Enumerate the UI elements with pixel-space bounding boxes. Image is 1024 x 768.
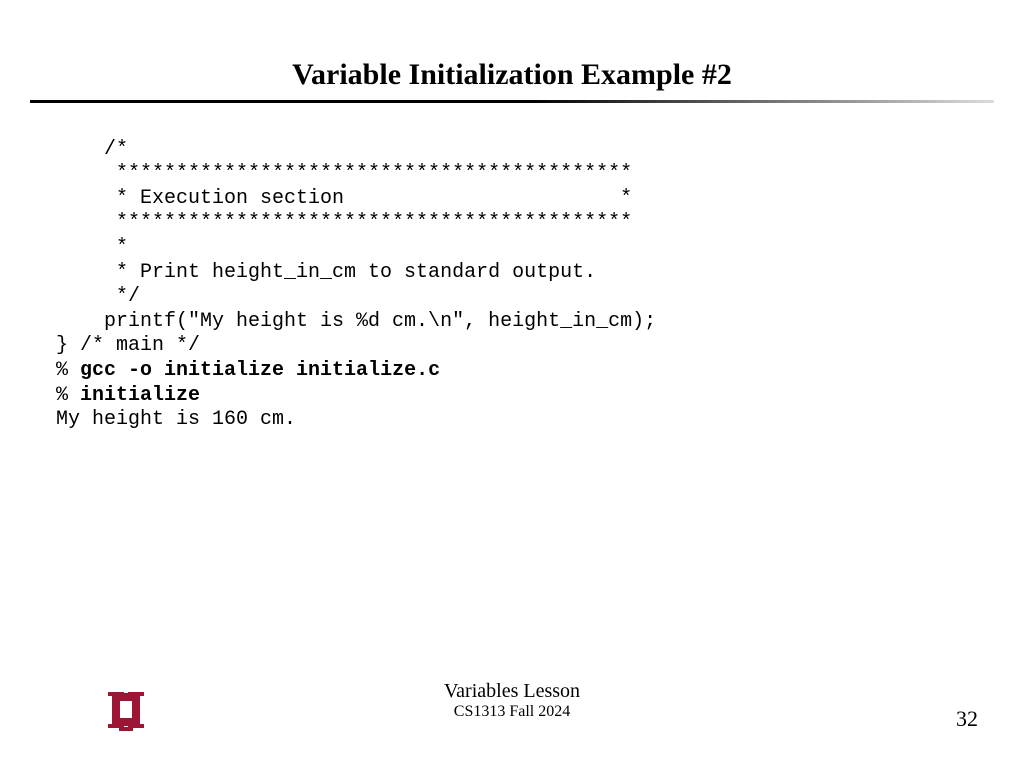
- page-number: 32: [956, 706, 978, 732]
- code-line: */: [56, 285, 140, 308]
- code-command: initialize: [80, 384, 200, 407]
- footer-center: Variables Lesson CS1313 Fall 2024: [0, 680, 1024, 721]
- slide-title: Variable Initialization Example #2: [0, 0, 1024, 100]
- code-output: My height is 160 cm.: [56, 408, 296, 431]
- footer: Variables Lesson CS1313 Fall 2024 32: [0, 680, 1024, 740]
- slide: Variable Initialization Example #2 /* **…: [0, 0, 1024, 768]
- code-prompt: %: [56, 359, 80, 382]
- code-line: * Execution section *: [56, 187, 632, 210]
- code-line: /*: [56, 138, 128, 161]
- code-line: ****************************************…: [56, 162, 632, 185]
- code-line: *: [56, 236, 128, 259]
- code-line: ****************************************…: [56, 211, 632, 234]
- title-underline: [30, 100, 994, 103]
- code-line: * Print height_in_cm to standard output.: [56, 261, 596, 284]
- code-block: /* *************************************…: [56, 113, 1024, 433]
- footer-subtitle: CS1313 Fall 2024: [0, 703, 1024, 721]
- code-line: } /* main */: [56, 334, 200, 357]
- code-command: gcc -o initialize initialize.c: [80, 359, 440, 382]
- footer-title: Variables Lesson: [0, 680, 1024, 703]
- code-prompt: %: [56, 384, 80, 407]
- code-line: printf("My height is %d cm.\n", height_i…: [56, 310, 656, 333]
